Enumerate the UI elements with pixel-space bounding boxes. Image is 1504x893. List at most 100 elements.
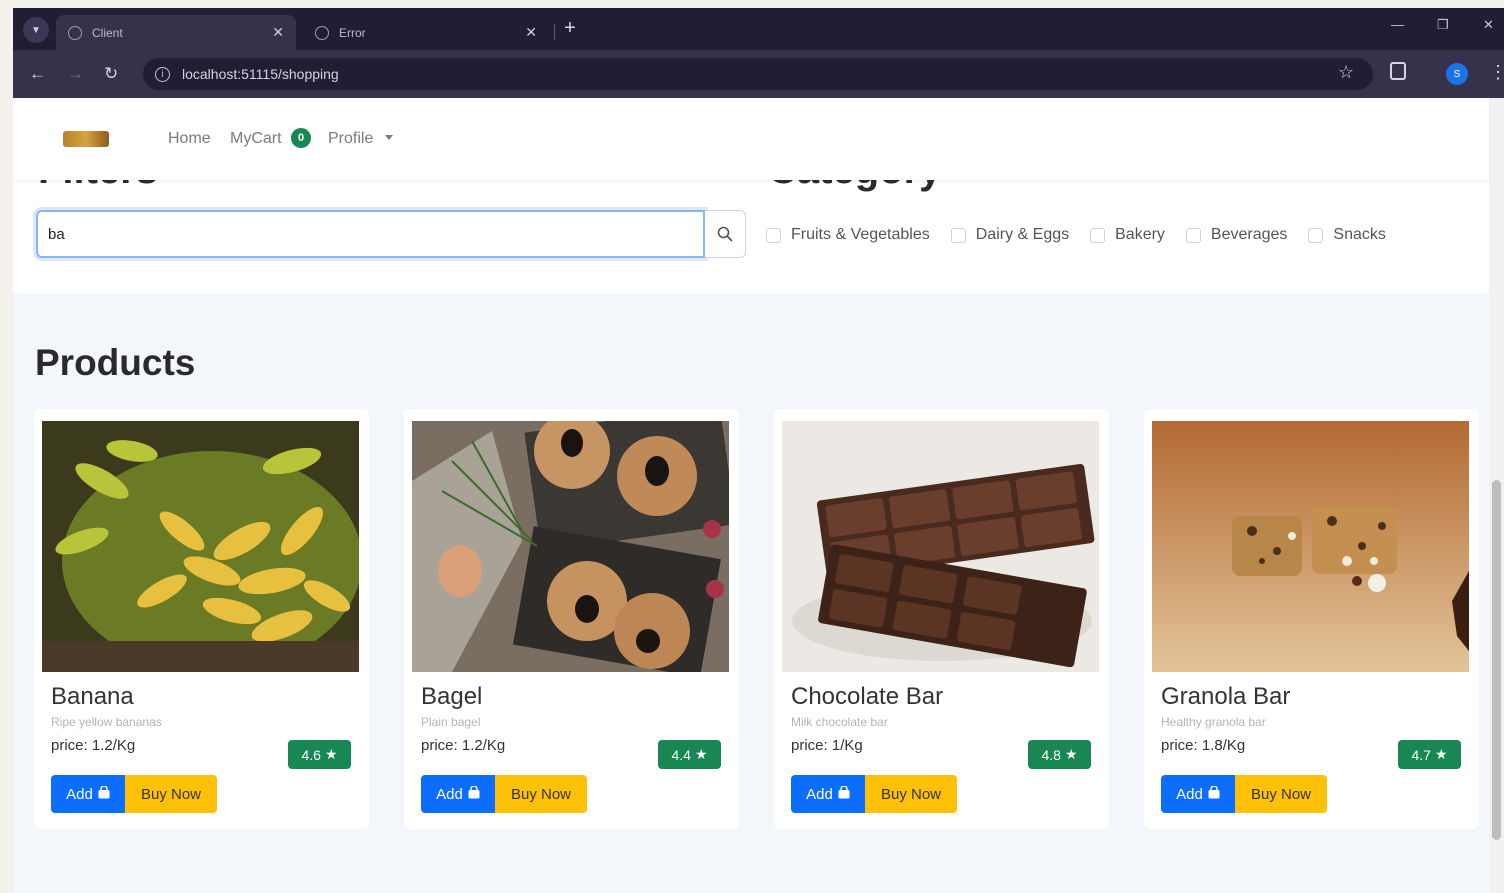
close-icon[interactable]: ✕ <box>272 24 284 41</box>
buy-now-button[interactable]: Buy Now <box>1235 775 1327 813</box>
bag-icon <box>838 784 850 803</box>
add-to-cart-button[interactable]: Add <box>421 775 495 813</box>
category-beverages[interactable]: Beverages <box>1185 226 1288 244</box>
rating-value: 4.4 <box>671 746 691 763</box>
category-fruits-vegetables[interactable]: Fruits & Vegetables <box>766 226 930 244</box>
category-label: Dairy & Eggs <box>975 226 1070 243</box>
rating-badge: 4.7 ★ <box>1398 740 1461 769</box>
product-image-granola-bar <box>1152 421 1469 672</box>
rating-value: 4.7 <box>1411 746 1431 763</box>
back-icon[interactable]: ← <box>29 64 46 84</box>
rating-value: 4.8 <box>1041 746 1061 763</box>
reload-icon[interactable]: ↻ <box>104 64 118 84</box>
category-bakery[interactable]: Bakery <box>1090 226 1165 244</box>
rating-badge: 4.6 ★ <box>288 740 351 769</box>
address-bar[interactable]: i localhost:51115/shopping <box>143 58 1373 90</box>
product-card-banana: Banana Ripe yellow bananas price: 1.2/Kg… <box>34 409 369 829</box>
category-label: Beverages <box>1210 226 1288 243</box>
product-price: price: 1/Kg <box>791 737 863 754</box>
cart-count-badge: 0 <box>291 128 311 148</box>
page-scrollbar[interactable] <box>1489 98 1504 893</box>
product-price: price: 1.2/Kg <box>51 737 136 754</box>
product-name[interactable]: Bagel <box>421 683 482 711</box>
nav-profile-dropdown[interactable]: Profile <box>328 130 373 148</box>
add-to-cart-button[interactable]: Add <box>791 775 865 813</box>
tab-client[interactable]: Client ✕ <box>56 15 296 50</box>
minimize-button[interactable]: — <box>1391 17 1404 32</box>
buy-now-button[interactable]: Buy Now <box>865 775 957 813</box>
restore-button[interactable]: ❐ <box>1437 17 1449 33</box>
kebab-icon[interactable]: ⋮ <box>1489 62 1504 83</box>
globe-icon <box>68 25 82 40</box>
category-snacks[interactable]: Snacks <box>1308 226 1386 244</box>
search-icon <box>717 226 733 242</box>
category-list: Fruits & Vegetables Dairy & Eggs Bakery … <box>766 226 1407 244</box>
forward-icon[interactable]: → <box>67 64 84 84</box>
add-label: Add <box>1176 785 1203 803</box>
products-heading: Products <box>35 342 196 383</box>
product-description: Healthy granola bar <box>1161 715 1266 729</box>
tab-error[interactable]: Error ✕ <box>303 15 549 50</box>
rating-badge: 4.4 ★ <box>658 740 721 769</box>
close-icon[interactable]: ✕ <box>525 24 537 41</box>
add-to-cart-button[interactable]: Add <box>1161 775 1235 813</box>
star-icon[interactable]: ☆ <box>1338 62 1354 83</box>
tab-title: Error <box>339 25 366 40</box>
category-label: Snacks <box>1333 226 1386 243</box>
brand-logo[interactable] <box>63 131 109 147</box>
chevron-down-icon: ▼ <box>31 24 41 36</box>
extensions-icon[interactable] <box>1390 62 1406 80</box>
product-name[interactable]: Granola Bar <box>1161 683 1290 711</box>
product-description: Milk chocolate bar <box>791 715 888 729</box>
product-name[interactable]: Banana <box>51 683 134 711</box>
category-checkbox[interactable] <box>1185 227 1201 243</box>
search-input[interactable] <box>36 210 705 258</box>
category-label: Fruits & Vegetables <box>791 226 930 243</box>
add-to-cart-button[interactable]: Add <box>51 775 125 813</box>
rating-star-icon: ★ <box>324 746 338 762</box>
add-label: Add <box>806 785 833 803</box>
buy-now-button[interactable]: Buy Now <box>495 775 587 813</box>
nav-mycart[interactable]: MyCart <box>230 130 282 148</box>
product-price: price: 1.8/Kg <box>1161 737 1246 754</box>
product-card-chocolate-bar: Chocolate Bar Milk chocolate bar price: … <box>774 409 1109 829</box>
product-image-chocolate-bar <box>782 421 1099 672</box>
product-card-bagel: Bagel Plain bagel price: 1.2/Kg 4.4 ★ Ad… <box>404 409 739 829</box>
tab-search-button[interactable]: ▼ <box>23 17 49 43</box>
category-checkbox[interactable] <box>1308 227 1324 243</box>
category-checkbox[interactable] <box>766 227 781 243</box>
page-viewport: Filters Category Fruits & Vegetables <box>13 98 1504 893</box>
search-group <box>36 210 746 258</box>
category-checkbox[interactable] <box>1090 227 1106 243</box>
info-icon[interactable]: i <box>155 66 170 82</box>
rating-star-icon: ★ <box>694 746 708 762</box>
product-card-granola-bar: Granola Bar Healthy granola bar price: 1… <box>1144 409 1479 829</box>
browser-window: ▼ Client ✕ Error ✕ + — ❐ ✕ ← → ↻ i local… <box>13 8 1504 893</box>
tab-title: Client <box>92 25 123 40</box>
plus-icon[interactable]: + <box>559 17 581 40</box>
rating-star-icon: ★ <box>1434 746 1448 762</box>
nav-home[interactable]: Home <box>168 130 211 148</box>
bag-icon <box>468 784 480 803</box>
bag-icon <box>1208 784 1220 803</box>
category-dairy-eggs[interactable]: Dairy & Eggs <box>950 226 1070 244</box>
add-label: Add <box>436 785 463 803</box>
product-name[interactable]: Chocolate Bar <box>791 683 943 711</box>
tab-strip: ▼ Client ✕ Error ✕ + — ❐ ✕ <box>13 8 1504 50</box>
category-checkbox[interactable] <box>950 227 966 243</box>
bag-icon <box>98 784 110 803</box>
scrollbar-thumb[interactable] <box>1492 480 1501 840</box>
rating-value: 4.6 <box>301 746 321 763</box>
search-button[interactable] <box>705 210 746 258</box>
product-price: price: 1.2/Kg <box>421 737 506 754</box>
browser-toolbar: ← → ↻ i localhost:51115/shopping ☆ S ⋮ <box>13 50 1504 98</box>
category-label: Bakery <box>1115 226 1165 243</box>
buy-now-button[interactable]: Buy Now <box>125 775 217 813</box>
window-close-button[interactable]: ✕ <box>1483 17 1494 33</box>
product-image-banana <box>42 421 359 672</box>
url-text[interactable]: localhost:51115/shopping <box>182 66 339 82</box>
rating-star-icon: ★ <box>1064 746 1078 762</box>
product-description: Plain bagel <box>421 715 481 729</box>
profile-avatar[interactable]: S <box>1446 63 1468 85</box>
add-label: Add <box>66 785 93 803</box>
